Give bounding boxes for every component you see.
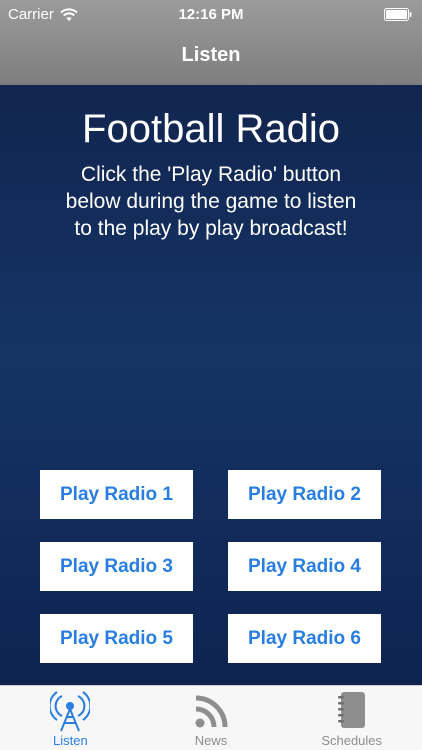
play-radio-3-button[interactable]: Play Radio 3 [40, 542, 193, 591]
tab-schedules[interactable]: Schedules [281, 686, 422, 750]
tab-listen[interactable]: Listen [0, 686, 141, 750]
play-radio-2-button[interactable]: Play Radio 2 [228, 470, 381, 519]
play-radio-5-button[interactable]: Play Radio 5 [40, 614, 193, 663]
tab-news-label: News [194, 733, 228, 748]
notebook-icon [337, 692, 365, 728]
clock: 12:16 PM [178, 6, 244, 23]
tab-schedules-label: Schedules [321, 733, 383, 748]
main-content: Football Radio Click the 'Play Radio' bu… [0, 85, 422, 685]
radio-tower-icon [50, 691, 91, 732]
app-screen: Carrier 12:16 PM Listen Football Radio C… [0, 0, 422, 750]
play-radio-4-button[interactable]: Play Radio 4 [228, 542, 381, 591]
tab-news[interactable]: News [141, 686, 282, 750]
tab-listen-label: Listen [52, 733, 88, 748]
battery-icon [384, 8, 412, 21]
page-title: Football Radio [82, 107, 340, 151]
play-radio-6-button[interactable]: Play Radio 6 [228, 614, 381, 663]
play-radio-1-button[interactable]: Play Radio 1 [40, 470, 193, 519]
tab-bar: Listen News Schedules [0, 685, 422, 750]
rss-icon [195, 695, 228, 728]
instructions-text: Click the 'Play Radio' button below duri… [65, 163, 357, 240]
status-bar: Carrier 12:16 PM [0, 0, 422, 30]
top-bar: Carrier 12:16 PM Listen [0, 0, 422, 85]
nav-title: Listen [181, 44, 241, 66]
